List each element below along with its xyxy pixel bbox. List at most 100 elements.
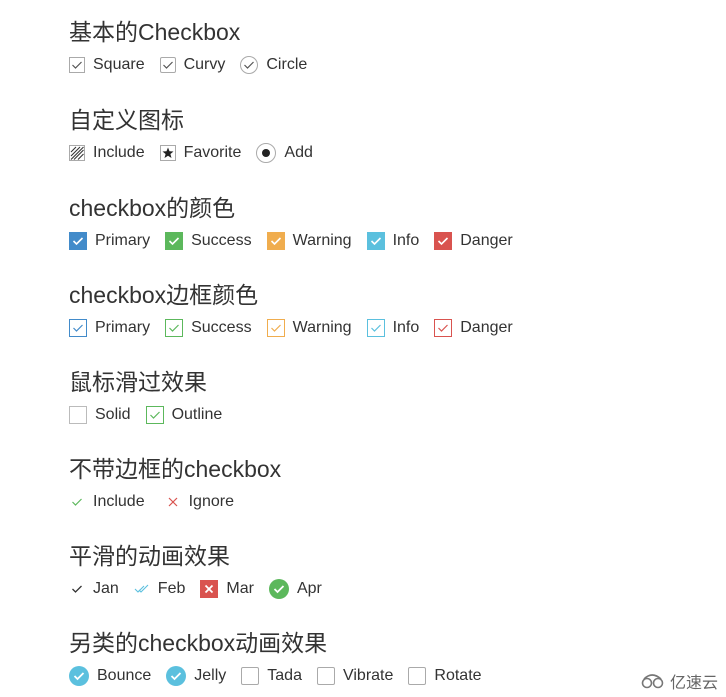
checkbox-label: Add (284, 144, 313, 161)
section-border-colors: checkbox边框颜色 Primary Success Warning Info Da… (69, 281, 528, 339)
checkbox-bounce[interactable]: Bounce (69, 666, 151, 686)
section-custom-icons: 自定义图标 Include Favorite Add (69, 106, 328, 164)
empty-box-icon (241, 667, 260, 685)
checkbox-label: Apr (296, 580, 322, 597)
section-alternative-animation: 另类的checkbox动画效果 Bounce Jelly Tada Vibrat… (69, 629, 497, 687)
check-icon (69, 494, 85, 510)
checkbox-danger[interactable]: Danger (434, 232, 513, 250)
checkbox-success[interactable]: Success (165, 232, 252, 250)
check-icon (266, 319, 285, 337)
checkbox-primary[interactable]: Primary (69, 319, 150, 337)
checkbox-mar[interactable]: Mar (200, 580, 254, 598)
section-smooth-animation: 平滑的动画效果 Jan Feb Mar Apr (69, 542, 337, 600)
checkbox-label: Solid (95, 406, 131, 423)
check-icon (69, 232, 87, 250)
checkbox-label: Warning (292, 232, 352, 249)
checkbox-ignore[interactable]: Ignore (165, 493, 234, 511)
checkbox-tada[interactable]: Tada (241, 667, 302, 685)
checkbox-rotate[interactable]: Rotate (408, 667, 482, 685)
check-icon (69, 581, 85, 597)
checkbox-label: Include (93, 493, 145, 510)
section-title: 鼠标滑过效果 (69, 369, 207, 395)
checkbox-circle[interactable]: Circle (240, 56, 307, 74)
checkbox-include-borderless[interactable]: Include (69, 493, 145, 511)
checkbox-label: Circle (266, 56, 308, 73)
empty-box-icon (316, 667, 335, 685)
checkbox-label: Danger (460, 319, 513, 336)
checkbox-warning[interactable]: Warning (266, 319, 352, 337)
checkbox-label: Vibrate (342, 667, 394, 684)
section-title: 不带边框的checkbox (69, 456, 282, 482)
checkbox-jelly[interactable]: Jelly (166, 666, 226, 686)
checkbox-warning[interactable]: Warning (266, 232, 352, 250)
hatch-icon (69, 145, 85, 161)
checkbox-danger[interactable]: Danger (434, 319, 513, 337)
checkbox-label: Warning (292, 319, 352, 336)
checkbox-label: Primary (95, 319, 151, 336)
cloud-logo-icon (641, 674, 664, 689)
section-title: 另类的checkbox动画效果 (69, 630, 328, 656)
section-title: 自定义图标 (69, 107, 184, 133)
checkbox-solid[interactable]: Solid (69, 406, 131, 424)
checkbox-jan[interactable]: Jan (69, 580, 119, 598)
checkbox-outline[interactable]: Outline (145, 406, 223, 424)
checkbox-add[interactable]: Add (256, 143, 313, 163)
section-title: checkbox的颜色 (69, 195, 236, 221)
check-icon (69, 57, 85, 73)
checkbox-label: Danger (460, 232, 513, 249)
check-icon (165, 232, 184, 250)
checkbox-apr[interactable]: Apr (268, 579, 322, 599)
watermark-text: 亿速云 (669, 675, 718, 692)
watermark: 亿速云 (640, 669, 718, 693)
check-icon (165, 319, 184, 337)
checkbox-label: Jan (93, 580, 119, 597)
checkbox-label: Square (93, 56, 145, 73)
star-icon (159, 145, 176, 161)
checkbox-favorite[interactable]: Favorite (159, 144, 242, 162)
checkbox-label: Jelly (194, 667, 227, 684)
cross-icon (165, 494, 181, 510)
check-icon (69, 319, 87, 337)
checkbox-label: Success (191, 319, 252, 336)
check-icon (366, 319, 385, 337)
checkbox-label: Success (191, 232, 252, 249)
checkbox-label: Primary (95, 232, 151, 249)
checkbox-label: Bounce (97, 667, 152, 684)
section-basic-checkbox: 基本的Checkbox Square Curvy Circle (69, 18, 322, 76)
checkbox-label: Info (392, 319, 420, 336)
checkbox-label: Rotate (434, 667, 482, 684)
section-hover-effects: 鼠标滑过效果 Solid Outline (69, 368, 237, 426)
checkbox-curvy[interactable]: Curvy (159, 56, 226, 74)
checkbox-label: Include (93, 144, 145, 161)
check-circle-icon (69, 666, 89, 686)
check-circle-icon (166, 666, 187, 686)
section-title: checkbox边框颜色 (69, 282, 259, 308)
checkbox-success[interactable]: Success (165, 319, 252, 337)
checkbox-label: Favorite (183, 144, 242, 161)
checkbox-label: Feb (157, 580, 186, 597)
section-title: 基本的Checkbox (69, 19, 241, 45)
check-icon (434, 319, 453, 337)
section-title: 平滑的动画效果 (69, 543, 230, 569)
checkbox-label: Mar (226, 580, 254, 597)
empty-box-icon (69, 406, 87, 424)
checkbox-primary[interactable]: Primary (69, 232, 150, 250)
checkbox-label: Outline (171, 406, 223, 423)
double-check-icon (134, 581, 150, 597)
empty-box-icon (408, 667, 427, 685)
check-icon (145, 406, 164, 424)
checkbox-label: Info (392, 232, 420, 249)
check-circle-icon (268, 579, 289, 599)
checkbox-label: Curvy (183, 56, 226, 73)
check-icon (434, 232, 453, 250)
checkbox-feb[interactable]: Feb (134, 580, 186, 598)
checkbox-info[interactable]: Info (366, 232, 420, 250)
dot-icon (256, 143, 277, 163)
section-borderless: 不带边框的checkbox Include Ignore (69, 455, 281, 513)
checkbox-vibrate[interactable]: Vibrate (316, 667, 394, 685)
check-icon (159, 57, 176, 73)
check-icon (240, 56, 259, 74)
checkbox-square[interactable]: Square (69, 56, 145, 74)
checkbox-info[interactable]: Info (366, 319, 420, 337)
checkbox-include[interactable]: Include (69, 144, 145, 162)
